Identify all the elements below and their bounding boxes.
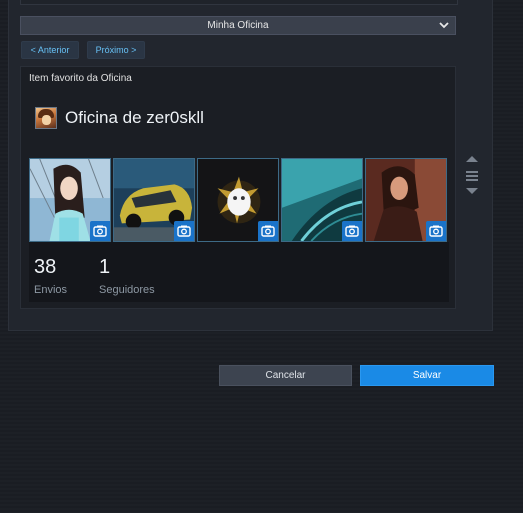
workshop-name: Oficina de zer0skll	[65, 108, 204, 127]
previous-section-edge	[20, 0, 458, 5]
followers-count: 1	[99, 256, 111, 278]
chevron-down-icon	[439, 22, 449, 29]
avatar	[35, 107, 57, 129]
workshop-header[interactable]: Oficina de zer0skll	[35, 105, 204, 131]
showcase-title: Item favorito da Oficina	[29, 73, 132, 84]
reorder-controls	[466, 156, 478, 194]
favorite-workshop-showcase: Item favorito da Oficina Oficina de zer0…	[20, 66, 456, 309]
followers-label: Seguidores	[99, 284, 155, 296]
next-button[interactable]: Próximo >	[87, 41, 145, 59]
workshop-item-1[interactable]	[29, 158, 111, 242]
showcase-type-value: Minha Oficina	[207, 20, 269, 31]
workshop-items-row	[29, 158, 449, 242]
screenshot-icon	[258, 221, 278, 241]
workshop-item-4[interactable]	[281, 158, 363, 242]
cancel-button[interactable]: Cancelar	[219, 365, 352, 386]
screenshot-icon	[426, 221, 446, 241]
drag-handle-icon[interactable]	[466, 171, 478, 181]
previous-button[interactable]: < Anterior	[21, 41, 79, 59]
screenshot-icon	[174, 221, 194, 241]
showcase-type-select[interactable]: Minha Oficina	[20, 16, 456, 35]
workshop-item-5[interactable]	[365, 158, 447, 242]
uploads-count: 38	[34, 256, 57, 278]
workshop-item-2[interactable]	[113, 158, 195, 242]
workshop-item-3[interactable]	[197, 158, 279, 242]
screenshot-icon	[342, 221, 362, 241]
workshop-stats: 38 Envios 1 Seguidores	[29, 242, 449, 302]
move-down-icon[interactable]	[466, 188, 478, 194]
screenshot-icon	[90, 221, 110, 241]
uploads-label: Envios	[34, 284, 68, 296]
save-button[interactable]: Salvar	[360, 365, 494, 386]
move-up-icon[interactable]	[466, 156, 478, 162]
